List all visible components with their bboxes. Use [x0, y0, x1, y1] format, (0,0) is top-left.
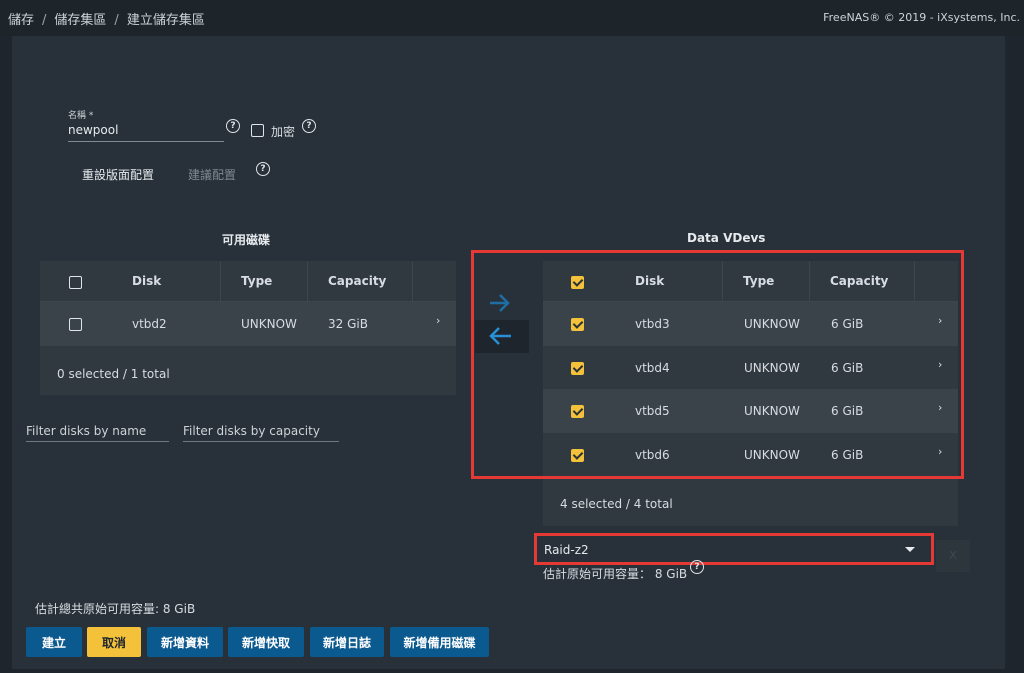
- encryption-checkbox[interactable]: [251, 124, 264, 137]
- cancel-button[interactable]: 取消: [87, 627, 141, 657]
- chevron-right-icon[interactable]: ›: [436, 314, 440, 327]
- disk-name: vtbd2: [132, 317, 167, 331]
- add-data-button[interactable]: 新增資料: [147, 627, 223, 657]
- layout-help-icon[interactable]: ?: [256, 162, 270, 176]
- add-spare-button[interactable]: 新增備用磁碟: [390, 627, 489, 657]
- data-vdevs-title: Data VDevs: [687, 231, 766, 245]
- breadcrumb-pools[interactable]: 儲存集區: [54, 13, 106, 28]
- available-selection-count: 0 selected / 1 total: [57, 367, 170, 381]
- capacity-help-icon[interactable]: ?: [690, 560, 704, 574]
- breadcrumb-storage[interactable]: 儲存: [8, 13, 34, 28]
- available-disks-table: Disk Type Capacity vtbd2 UNKNOW 32 GiB ›…: [40, 261, 456, 395]
- remove-vdev-button[interactable]: X: [936, 540, 970, 572]
- column-header-disk[interactable]: Disk: [132, 274, 161, 288]
- filter-by-capacity-input[interactable]: Filter disks by capacity: [183, 424, 320, 438]
- column-header-capacity[interactable]: Capacity: [328, 274, 386, 288]
- encryption-label: 加密: [271, 125, 296, 139]
- reset-layout-button[interactable]: 重設版面配置: [82, 166, 154, 183]
- available-disks-title: 可用磁碟: [222, 233, 271, 247]
- encryption-help-icon[interactable]: ?: [302, 119, 316, 133]
- vdev-layout-select[interactable]: Raid-z2: [534, 533, 934, 565]
- vdev-estimated-capacity: 估計原始可用容量： 8 GiB: [543, 567, 688, 581]
- name-input-underline: [68, 141, 224, 142]
- add-log-button[interactable]: 新增日誌: [310, 627, 384, 657]
- table-row[interactable]: vtbd2 UNKNOW 32 GiB ›: [40, 302, 456, 346]
- suggest-layout-button[interactable]: 建議配置: [188, 166, 236, 183]
- copyright-text: FreeNAS® © 2019 - iXsystems, Inc.: [823, 11, 1020, 24]
- available-select-all-checkbox[interactable]: [69, 276, 82, 289]
- name-field-label: 名稱 *: [68, 111, 94, 121]
- top-bar: 儲存 / 儲存集區 / 建立儲存集區 FreeNAS® © 2019 - iXsyste…: [0, 0, 1024, 36]
- filter-name-underline: [26, 441, 169, 442]
- total-estimated-capacity: 估計總共原始可用容量: 8 GiB: [35, 602, 196, 616]
- column-header-type[interactable]: Type: [241, 274, 272, 288]
- add-cache-button[interactable]: 新增快取: [228, 627, 304, 657]
- vdev-layout-value: Raid-z2: [544, 543, 589, 557]
- disk-capacity: 32 GiB: [328, 317, 368, 331]
- highlight-box-vdev-disks: [471, 250, 964, 479]
- row-checkbox[interactable]: [69, 318, 82, 331]
- breadcrumb-create-pool: 建立儲存集區: [126, 13, 205, 28]
- available-disks-header: Disk Type Capacity: [40, 261, 456, 302]
- vdev-selection-count: 4 selected / 4 total: [560, 497, 673, 511]
- name-input[interactable]: newpool: [68, 123, 118, 137]
- breadcrumb: 儲存 / 儲存集區 / 建立儲存集區: [8, 13, 205, 28]
- disk-type: UNKNOW: [241, 317, 297, 331]
- filter-by-name-input[interactable]: Filter disks by name: [26, 424, 146, 438]
- filter-capacity-underline: [183, 441, 339, 442]
- create-button[interactable]: 建立: [26, 627, 82, 657]
- name-help-icon[interactable]: ?: [226, 119, 240, 133]
- caret-down-icon: [905, 547, 915, 552]
